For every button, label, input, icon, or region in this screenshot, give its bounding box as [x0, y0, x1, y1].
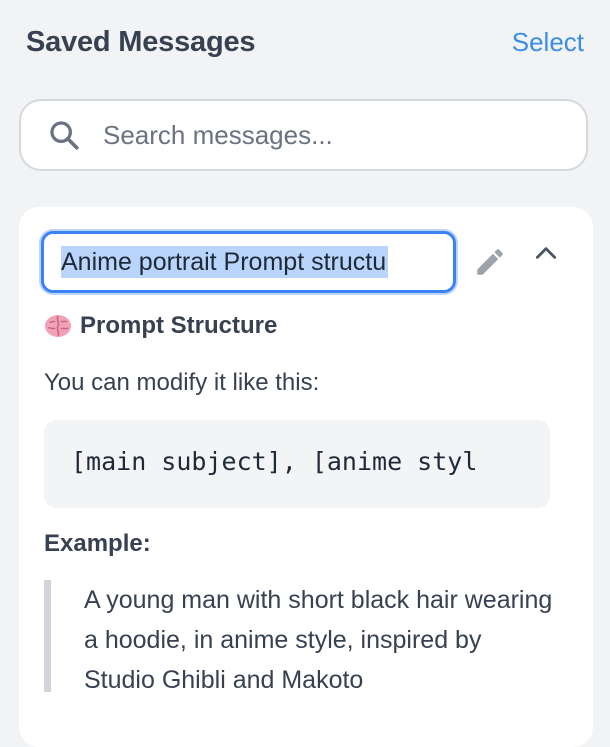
- select-button[interactable]: Select: [512, 27, 584, 58]
- heading-text: Prompt Structure: [80, 312, 278, 339]
- pencil-icon[interactable]: [473, 245, 507, 279]
- blockquote-bar: [44, 580, 51, 692]
- saved-message-card: Anime portrait Prompt structu Prompt Str…: [19, 207, 593, 747]
- code-block: [main subject], [anime styl: [44, 420, 550, 508]
- intro-text: You can modify it like this:: [44, 369, 320, 396]
- example-label: Example:: [44, 530, 151, 557]
- search-bar[interactable]: [19, 99, 588, 171]
- example-quote: A young man with short black hair wearin…: [84, 586, 553, 692]
- chevron-up-icon[interactable]: [533, 240, 559, 266]
- search-input[interactable]: [103, 119, 586, 151]
- message-title-selected-text: Anime portrait Prompt structu: [61, 246, 389, 278]
- page-title: Saved Messages: [26, 25, 256, 58]
- header: Saved Messages Select: [26, 22, 584, 62]
- message-body: Anime portrait Prompt structu Prompt Str…: [19, 207, 593, 692]
- prompt-structure-heading: Prompt Structure: [44, 312, 277, 340]
- code-text: [main subject], [anime styl: [71, 447, 478, 476]
- brain-icon: [45, 315, 71, 337]
- search-icon: [50, 121, 79, 150]
- message-title-input[interactable]: Anime portrait Prompt structu: [41, 231, 456, 293]
